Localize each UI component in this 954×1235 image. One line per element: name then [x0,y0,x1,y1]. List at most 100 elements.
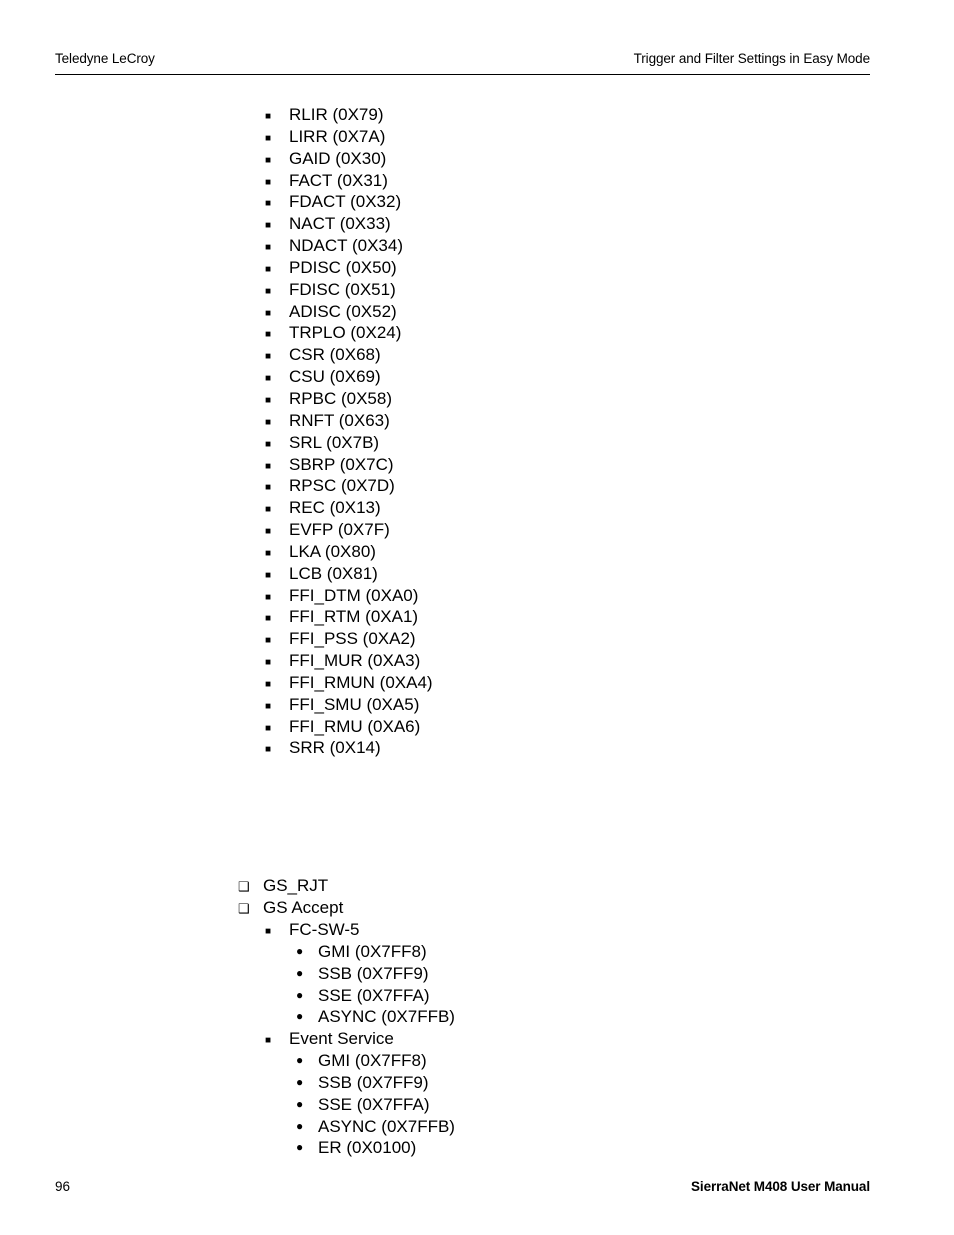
list-item: ● GMI (0X7FF8) [0,941,954,963]
list-item: ■ NDACT (0X34) [0,235,954,257]
protocol-frame-list: ■ RLIR (0X79) ■ LIRR (0X7A) ■ GAID (0X30) ■ FAC… [0,104,954,759]
list-item-label: TRPLO (0X24) [289,323,402,343]
list-item: ■ LCB (0X81) [0,563,954,585]
list-item: ■ FFI_RMUN (0XA4) [0,672,954,694]
list-item: ■ FFI_RTM (0XA1) [0,606,954,628]
filled-circle-bullet-icon: ● [296,987,304,1002]
filled-square-bullet-icon: ■ [265,111,272,122]
filled-square-bullet-icon: ■ [265,482,272,494]
filled-square-bullet-icon: ■ [265,242,272,254]
list-item-label: ADISC (0X52) [289,301,397,321]
header-section-title: Trigger and Filter Settings in Easy Mode [633,51,870,66]
filled-square-bullet-icon: ■ [265,613,272,625]
list-item: ● SSB (0X7FF9) [0,963,954,985]
filled-square-bullet-icon: ■ [265,351,272,363]
filled-square-bullet-icon: ■ [265,263,272,275]
list-item: ■ FFI_DTM (0XA0) [0,585,954,607]
filled-square-bullet-icon: ■ [265,416,272,428]
list-item: ● ER (0X0100) [0,1137,954,1159]
list-item-label: RNFT (0X63) [289,410,390,430]
list-item: ■ RPSC (0X7D) [0,475,954,497]
filled-square-bullet-icon: ■ [265,678,272,690]
list-item-label: NACT (0X33) [289,214,391,234]
list-item-label: SRL (0X7B) [289,432,380,452]
list-item: ■ GAID (0X30) [0,148,954,170]
list-item: ■ SRL (0X7B) [0,432,954,454]
list-item-label: SSE (0X7FFA) [318,985,430,1005]
filled-square-bullet-icon: ■ [265,504,272,516]
list-item-label: LKA (0X80) [289,541,376,561]
list-item-label: PDISC (0X50) [289,257,397,277]
filled-square-bullet-icon: ■ [265,547,272,559]
list-item: ■ EVFP (0X7F) [0,519,954,541]
list-item-label: FFI_DTM (0XA0) [289,585,419,605]
filled-square-bullet-icon: ■ [265,373,272,385]
list-item-label: FACT (0X31) [289,170,388,190]
list-item-label: FFI_RTM (0XA1) [289,607,419,627]
filled-square-bullet-icon: ■ [265,329,272,341]
list-item: ■ FC-SW-5 [0,919,954,941]
list-item-label: Event Service [289,1029,394,1049]
filled-square-bullet-icon: ■ [265,307,272,319]
list-item: ■ FDACT (0X32) [0,191,954,213]
list-item: ■ LKA (0X80) [0,541,954,563]
filled-square-bullet-icon: ■ [265,285,272,297]
list-item-label: SSE (0X7FFA) [318,1094,430,1114]
list-item: ■ TRPLO (0X24) [0,322,954,344]
document-page: Teledyne LeCroy Trigger and Filter Setti… [0,0,954,1235]
list-item-label: RPBC (0X58) [289,388,392,408]
list-item: ■ RLIR (0X79) [0,104,954,126]
filled-square-bullet-icon: ■ [265,722,272,734]
filled-square-bullet-icon: ■ [265,154,272,166]
list-item: ■ SBRP (0X7C) [0,454,954,476]
filled-square-bullet-icon: ■ [265,438,272,450]
list-item: ❑ GS Accept [0,897,954,919]
list-item-label: GAID (0X30) [289,148,387,168]
list-item: ● SSB (0X7FF9) [0,1072,954,1094]
list-item: ■ FFI_PSS (0XA2) [0,628,954,650]
list-item-label: ASYNC (0X7FFB) [318,1007,455,1027]
filled-square-bullet-icon: ■ [265,591,272,603]
list-item-label: GMI (0X7FF8) [318,1051,427,1071]
footer-manual-title: SierraNet M408 User Manual [691,1179,870,1194]
list-item-label: FC-SW-5 [289,920,360,939]
list-item: ● ASYNC (0X7FFB) [0,1006,954,1028]
filled-square-bullet-icon: ■ [265,569,272,581]
list-item-label: CSR (0X68) [289,345,381,365]
filled-square-bullet-icon: ■ [265,394,272,406]
filled-square-bullet-icon: ■ [265,926,272,937]
list-item-label: NDACT (0X34) [289,236,403,256]
list-item: ■ SRR (0X14) [0,737,954,759]
list-item: ● ASYNC (0X7FFB) [0,1116,954,1138]
filled-square-bullet-icon: ■ [265,220,272,232]
list-item-label: FDISC (0X51) [289,279,396,299]
list-item: ■ RPBC (0X58) [0,388,954,410]
filled-circle-bullet-icon: ● [296,1053,304,1068]
list-item: ■ LIRR (0X7A) [0,126,954,148]
list-item: ■ RNFT (0X63) [0,410,954,432]
list-item-label: REC (0X13) [289,498,381,518]
list-item-label: RPSC (0X7D) [289,476,395,496]
filled-circle-bullet-icon: ● [296,1140,304,1155]
list-item-label: ER (0X0100) [318,1138,417,1158]
list-item: ■ FFI_MUR (0XA3) [0,650,954,672]
filled-circle-bullet-icon: ● [296,1009,304,1024]
generic-services-list: ❑ GS_RJT ❑ GS Accept ■ FC-SW-5 ● GMI (0X7FF8) ● S… [0,875,954,1159]
filled-circle-bullet-icon: ● [296,965,304,980]
list-item-label: SBRP (0X7C) [289,454,394,474]
list-item-label: FFI_MUR (0XA3) [289,651,421,671]
list-item: ■ FFI_RMU (0XA6) [0,716,954,738]
list-item: ■ CSU (0X69) [0,366,954,388]
list-item: ■ NACT (0X33) [0,213,954,235]
hollow-square-bullet-icon: ❑ [238,901,250,917]
filled-square-bullet-icon: ■ [265,526,272,538]
filled-square-bullet-icon: ■ [265,657,272,669]
filled-circle-bullet-icon: ● [296,1074,304,1089]
filled-square-bullet-icon: ■ [265,176,272,188]
list-item: ■ PDISC (0X50) [0,257,954,279]
list-item: ● SSE (0X7FFA) [0,985,954,1007]
list-item-label: FDACT (0X32) [289,192,402,212]
list-item: ■ CSR (0X68) [0,344,954,366]
list-item: ● SSE (0X7FFA) [0,1094,954,1116]
